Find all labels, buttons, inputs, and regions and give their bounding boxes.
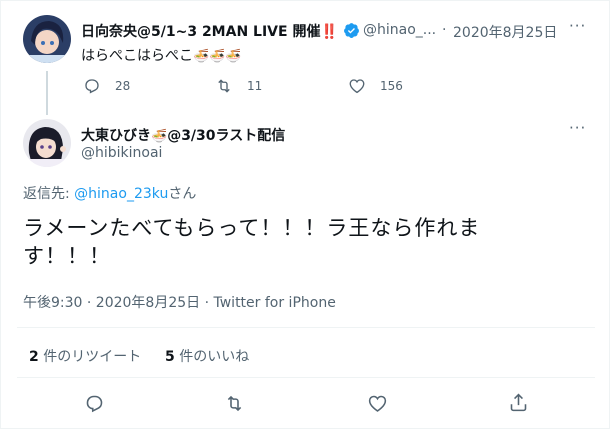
parent-date[interactable]: 2020年8月25日 bbox=[453, 22, 557, 42]
tweet-reply-button[interactable] bbox=[84, 393, 105, 414]
tweet-meta[interactable]: 午後9:30 · 2020年8月25日 · Twitter for iPhone bbox=[23, 292, 336, 312]
tweet-handle[interactable]: @hibikinoai bbox=[81, 145, 162, 161]
tweet-thread: 日向奈央@5/1~3 2MAN LIVE 開催‼️ @hinao_... · 2… bbox=[0, 0, 610, 429]
parent-like-count: 156 bbox=[380, 79, 403, 93]
reply-to-handle[interactable]: @hinao_23ku bbox=[74, 186, 168, 202]
retweet-icon bbox=[227, 395, 242, 412]
divider bbox=[17, 327, 595, 328]
parent-reply-count: 28 bbox=[115, 79, 131, 93]
reply-icon bbox=[85, 79, 99, 94]
tweet-more-icon[interactable]: ··· bbox=[569, 119, 586, 137]
parent-display-name[interactable]: 日向奈央@5/1~3 2MAN LIVE 開催‼️ bbox=[81, 21, 360, 43]
share-icon bbox=[510, 393, 527, 412]
retweet-icon bbox=[218, 79, 230, 93]
parent-retweet-button[interactable]: 11 bbox=[215, 77, 262, 95]
tweet-like-button[interactable] bbox=[367, 393, 388, 414]
parent-more-icon[interactable]: ··· bbox=[569, 17, 586, 35]
parent-like-button[interactable]: 156 bbox=[348, 77, 403, 95]
tweet-display-name[interactable]: 大東ひびき🍜@3/30ラスト配信 bbox=[81, 125, 285, 145]
heart-icon bbox=[368, 395, 387, 412]
double-exclamation-emoji: ‼️ bbox=[320, 24, 338, 40]
parent-reply-button[interactable]: 28 bbox=[83, 77, 130, 95]
like-stats[interactable]: 5 件のいいね bbox=[165, 346, 249, 366]
parent-retweet-count: 11 bbox=[247, 79, 263, 93]
reply-icon bbox=[86, 395, 103, 413]
tweet-avatar[interactable] bbox=[23, 119, 71, 167]
heart-icon bbox=[349, 79, 365, 94]
reply-to-line: 返信先: @hinao_23kuさん bbox=[23, 186, 197, 202]
tweet-retweet-button[interactable] bbox=[224, 393, 245, 414]
ramen-emoji: 🍜🍜🍜 bbox=[193, 49, 242, 64]
tweet-share-button[interactable] bbox=[508, 392, 529, 413]
parent-separator: · bbox=[442, 22, 447, 38]
verified-badge-icon bbox=[343, 22, 360, 43]
divider bbox=[17, 377, 595, 378]
parent-text: はらぺこはらぺこ🍜🍜🍜 bbox=[81, 48, 242, 64]
parent-handle[interactable]: @hinao_... bbox=[363, 22, 436, 38]
ramen-emoji: 🍜 bbox=[151, 129, 168, 144]
parent-avatar[interactable] bbox=[23, 15, 71, 63]
thread-connector bbox=[46, 71, 48, 115]
retweet-stats[interactable]: 2 件のリツイート bbox=[29, 346, 141, 366]
tweet-body: ラメーンたべてもらって！！！ラ王なら作れま す！！！ bbox=[23, 216, 481, 268]
